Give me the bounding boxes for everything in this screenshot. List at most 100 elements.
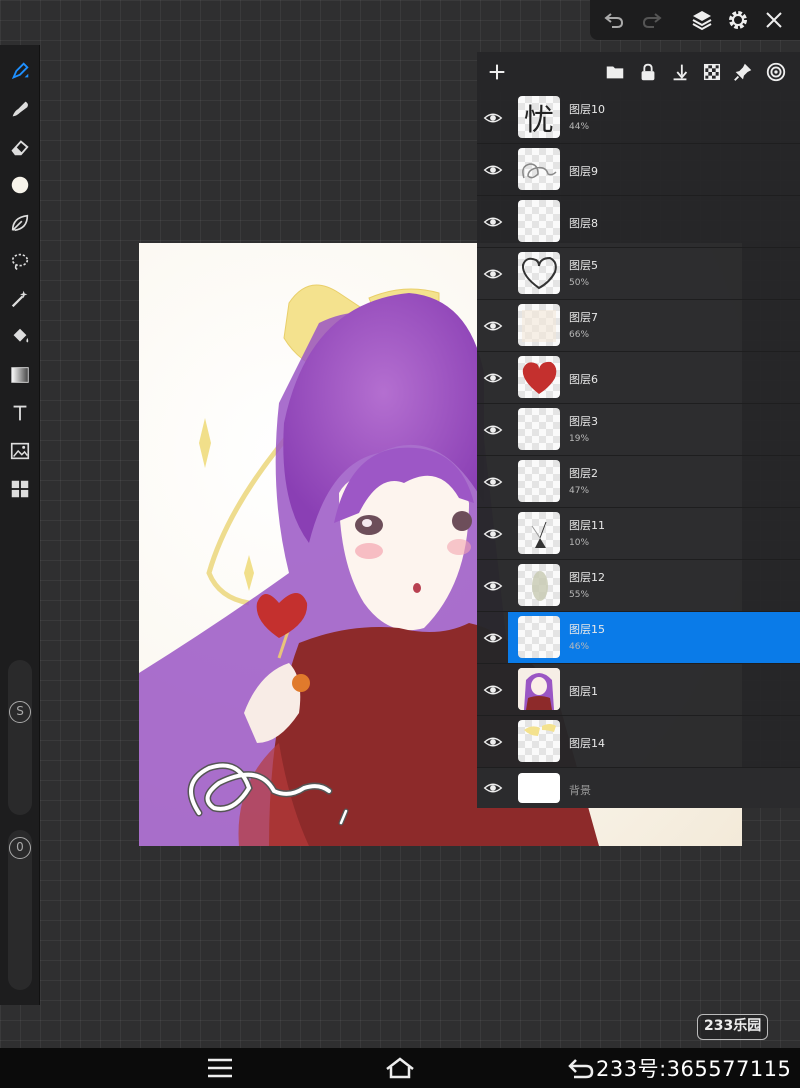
layer-thumbnail [518,720,560,762]
layers-panel: 忧 图层10 44% 图层9 图层8 图层5 50% 图层7 66% 图层6 图层3 19% 图层2 47… [477,52,800,808]
layer-row[interactable]: 图层3 19% [477,404,800,456]
redo-icon[interactable] [640,8,664,32]
layer-row-background[interactable]: 背景 [477,768,800,808]
layer-name: 图层8 [569,217,598,230]
layer-row[interactable]: 图层1 [477,664,800,716]
eye-icon[interactable] [483,316,503,336]
layer-row[interactable]: 图层8 [477,196,800,248]
layer-name: 图层1 [569,685,598,698]
layer-row[interactable]: 图层6 [477,352,800,404]
eye-icon[interactable] [483,472,503,492]
lasso-select-icon[interactable] [0,243,40,279]
layer-name: 图层14 [569,737,605,750]
layer-opacity: 55% [569,590,590,600]
menu-icon[interactable] [206,1056,234,1080]
layer-row[interactable]: 图层15 46% [477,612,800,664]
home-icon[interactable] [384,1056,416,1080]
eye-icon[interactable] [483,108,503,128]
layer-thumbnail: 忧 [518,96,560,138]
system-navbar: 233号:365577115 [0,1048,800,1088]
layer-opacity: 66% [569,330,590,340]
image-icon[interactable] [0,433,40,469]
eye-icon[interactable] [483,264,503,284]
layer-name: 背景 [569,784,591,797]
brush-icon[interactable] [0,53,40,89]
size-slider-knob[interactable]: S [9,701,31,723]
close-icon[interactable] [762,8,786,32]
layer-thumbnail [518,356,560,398]
layer-thumbnail [518,252,560,294]
top-controls [590,0,800,40]
layer-thumbnail [518,148,560,190]
eye-icon[interactable] [483,160,503,180]
layer-name: 图层6 [569,373,598,386]
pin-icon[interactable] [732,61,754,83]
panel-grid-icon[interactable] [0,471,40,507]
eye-icon[interactable] [483,628,503,648]
layer-opacity: 10% [569,538,590,548]
color-dot-icon[interactable] [0,167,40,203]
back-icon[interactable] [566,1056,594,1080]
eye-icon[interactable] [483,576,503,596]
checker-icon[interactable] [701,61,723,83]
eye-icon[interactable] [483,778,503,798]
layer-opacity: 46% [569,642,590,652]
eye-icon[interactable] [483,420,503,440]
layer-thumbnail [518,512,560,554]
left-toolbar: S 0 [0,45,40,1005]
magic-wand-icon[interactable] [0,281,40,317]
svg-text:忧: 忧 [524,103,554,138]
layer-name: 图层7 [569,311,598,324]
layers-icon[interactable] [690,8,714,32]
layer-row[interactable]: 图层11 10% [477,508,800,560]
layer-opacity: 44% [569,122,590,132]
layer-row[interactable]: 图层12 55% [477,560,800,612]
layer-row[interactable]: 图层7 66% [477,300,800,352]
layer-thumbnail [518,668,560,710]
layer-thumbnail [518,408,560,450]
text-icon[interactable] [0,395,40,431]
eye-icon[interactable] [483,680,503,700]
lock-icon[interactable] [637,61,659,83]
layer-name: 图层11 [569,519,605,532]
layers-header [477,52,800,92]
target-icon[interactable] [765,61,787,83]
layer-row[interactable]: 图层2 47% [477,456,800,508]
smudge-icon[interactable] [0,91,40,127]
layer-row[interactable]: 忧 图层10 44% [477,92,800,144]
eye-icon[interactable] [483,524,503,544]
layer-row[interactable]: 图层9 [477,144,800,196]
eye-icon[interactable] [483,732,503,752]
opacity-slider-knob[interactable]: 0 [9,837,31,859]
layer-thumbnail [518,616,560,658]
eraser-icon[interactable] [0,129,40,165]
layer-row[interactable]: 图层14 [477,716,800,768]
gradient-icon[interactable] [0,357,40,393]
paint-bucket-icon[interactable] [0,319,40,355]
folder-icon[interactable] [604,61,626,83]
layer-opacity: 47% [569,486,590,496]
add-icon[interactable] [486,61,508,83]
undo-icon[interactable] [602,8,626,32]
layer-row[interactable]: 图层5 50% [477,248,800,300]
layer-name: 图层12 [569,571,605,584]
gear-icon[interactable] [726,8,750,32]
merge-down-icon[interactable] [669,61,691,83]
layer-thumbnail [518,304,560,346]
layer-thumbnail [518,200,560,242]
eye-icon[interactable] [483,368,503,388]
layer-name: 图层9 [569,165,598,178]
layer-name: 图层2 [569,467,598,480]
leaf-icon[interactable] [0,205,40,241]
layer-opacity: 19% [569,434,590,444]
layer-name: 图层15 [569,623,605,636]
layer-thumbnail [518,460,560,502]
size-slider[interactable] [8,660,32,815]
layer-thumbnail [518,564,560,606]
account-id-text: 233号:365577115 [596,1057,792,1081]
eye-icon[interactable] [483,212,503,232]
watermark-badge: 233乐园 [697,1014,769,1040]
layer-opacity: 50% [569,278,590,288]
layer-thumbnail [518,773,560,803]
layer-name: 图层5 [569,259,598,272]
